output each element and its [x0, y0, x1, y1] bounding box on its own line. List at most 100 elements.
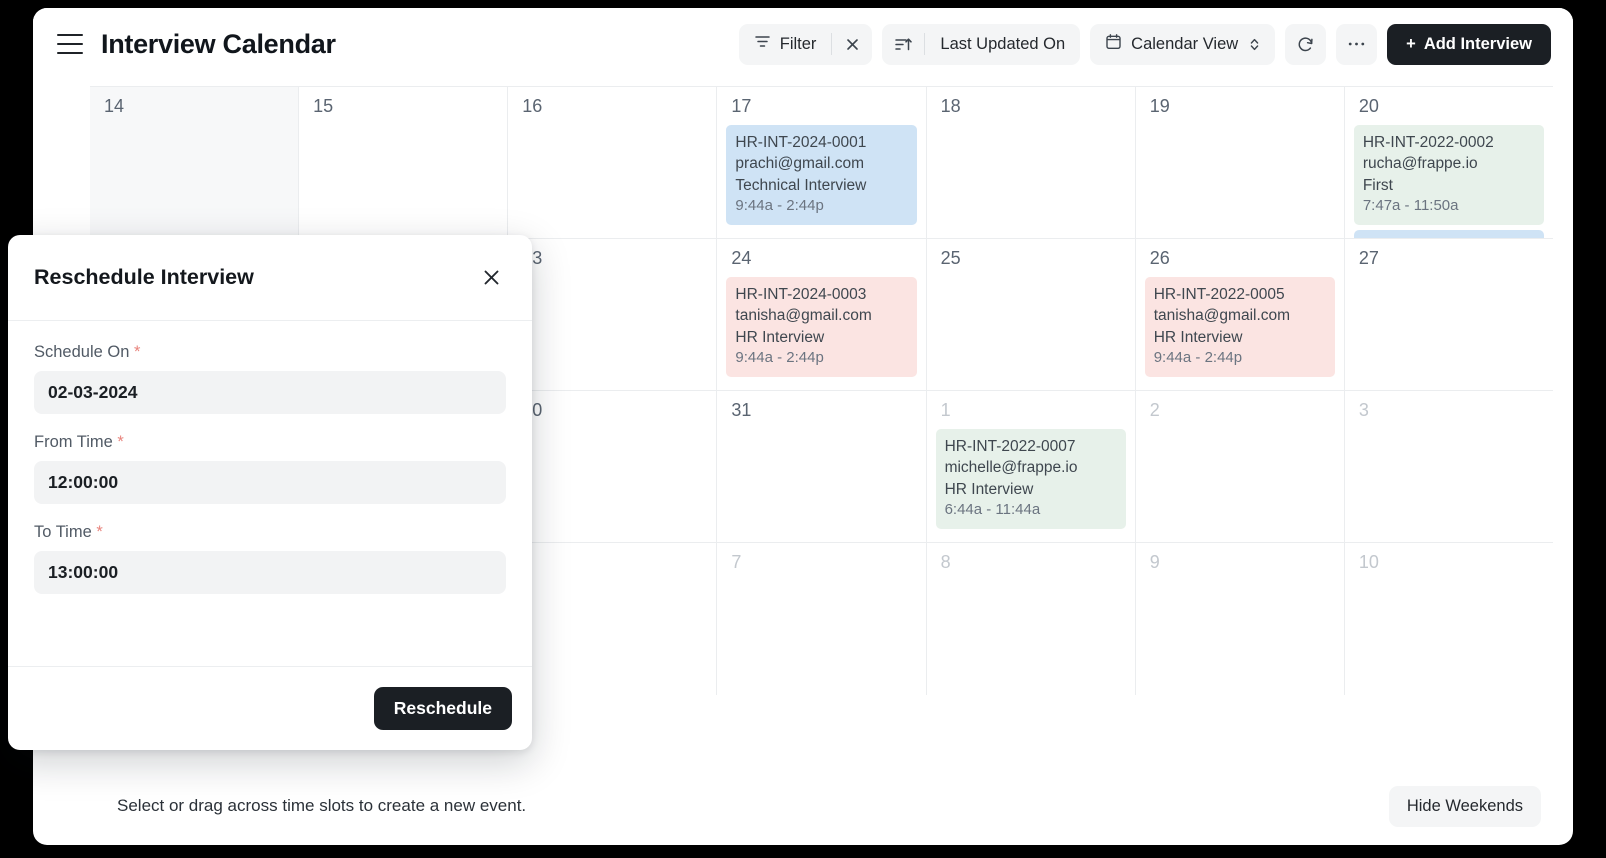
calendar-week-row: 14 15 16 17 HR-INT-2024-0001 prachi@gmail.com…	[90, 87, 1553, 239]
field-label-text: From Time	[34, 433, 113, 451]
dialog-header: Reschedule Interview	[8, 235, 532, 321]
event-time: 7:47a - 11:50a	[1362, 196, 1459, 214]
event-id: HR-INT-2022-0005	[1153, 285, 1285, 303]
close-icon	[484, 270, 498, 285]
to-time-input[interactable]	[34, 551, 506, 594]
calendar-day-cell[interactable]: 6	[508, 543, 718, 695]
calendar-day-number: 27	[1358, 248, 1379, 268]
calendar-event-card[interactable]: HR-INT-2022-0002 rucha@frappe.io First 7:47…	[1353, 124, 1544, 225]
event-id: HR-INT-2022-0007	[944, 437, 1076, 455]
event-email: prachi@gmail.com	[735, 155, 865, 173]
calendar-day-number: 9	[1149, 552, 1160, 572]
calendar-day-cell[interactable]: 10	[1345, 543, 1553, 695]
event-email: tanisha@gmail.com	[735, 307, 872, 325]
form-field-schedule-on: Schedule On *	[34, 343, 506, 414]
calendar-day-cell[interactable]: 3	[1345, 391, 1553, 542]
add-interview-label: Add Interview	[1423, 34, 1532, 53]
event-time: 9:44a - 2:44p	[1153, 348, 1243, 366]
calendar-day-cell[interactable]: 2	[1136, 391, 1345, 542]
sort-field-button[interactable]: Last Updated On	[925, 24, 1080, 65]
refresh-icon	[1298, 36, 1313, 51]
calendar-day-cell[interactable]: 30	[508, 391, 718, 542]
calendar-day-cell[interactable]: 27	[1345, 239, 1553, 390]
calendar-day-number: 3	[1358, 400, 1369, 420]
calendar-event-card[interactable]: HR-INT-2022-0004edward@gmail.comFirst1:4…	[1353, 229, 1544, 238]
calendar-day-number: 6	[517, 552, 707, 573]
required-marker: *	[112, 433, 124, 451]
event-id: HR-INT-2024-0001	[735, 133, 867, 151]
filter-icon	[754, 33, 771, 55]
calendar-day-cell[interactable]: 17 HR-INT-2024-0001 prachi@gmail.com Techni…	[717, 87, 927, 238]
event-id: HR-INT-2022-0002	[1362, 133, 1494, 151]
event-email: tanisha@gmail.com	[1153, 307, 1291, 325]
event-email: michelle@frappe.io	[944, 459, 1078, 477]
calendar-day-number: 8	[940, 552, 951, 572]
event-type: HR Interview	[1153, 328, 1243, 346]
hide-weekends-button[interactable]: Hide Weekends	[1388, 785, 1541, 827]
field-label-to-time: To Time *	[34, 523, 506, 542]
calendar-day-cell[interactable]: 9	[1136, 543, 1345, 695]
footer-hint-text: Select or drag across time slots to crea…	[117, 796, 527, 815]
more-options-button[interactable]	[1336, 23, 1378, 65]
calendar-day-number: 31	[731, 400, 752, 420]
calendar-day-number: 23	[522, 248, 543, 268]
calendar-day-cell[interactable]: 18	[927, 87, 1136, 238]
dialog-title: Reschedule Interview	[34, 265, 254, 289]
dialog-footer: Reschedule	[8, 666, 532, 750]
calendar-day-cell[interactable]: 31	[717, 391, 927, 542]
field-label-text: Schedule On	[34, 343, 130, 361]
calendar-day-number: 20	[1358, 96, 1379, 116]
calendar-event-card[interactable]: HR-INT-2022-0007 michelle@frappe.io HR Int…	[935, 428, 1126, 529]
close-icon	[847, 38, 858, 50]
toolbar: Filter Last Updated On Calendar View + A…	[738, 23, 1551, 65]
form-field-to-time: To Time *	[34, 523, 506, 594]
calendar-event-card[interactable]: HR-INT-2024-0003 tanisha@gmail.com HR Inte…	[726, 276, 917, 377]
calendar-day-cell[interactable]: 24 HR-INT-2024-0003 tanisha@gmail.com HR In…	[717, 239, 927, 390]
calendar-day-cell[interactable]: 25	[927, 239, 1136, 390]
reschedule-submit-button[interactable]: Reschedule	[373, 687, 512, 730]
refresh-button[interactable]	[1285, 23, 1327, 65]
calendar-day-number: 14	[104, 96, 125, 116]
sort-icon-button[interactable]	[882, 24, 924, 65]
calendar-day-number: 17	[731, 96, 752, 116]
filter-label: Filter	[779, 34, 817, 53]
chevron-up-down-icon	[1249, 37, 1260, 52]
event-email: rucha@frappe.io	[1362, 155, 1478, 173]
calendar-day-cell[interactable]: 23	[508, 239, 718, 390]
calendar-day-cell[interactable]: 15	[299, 87, 509, 238]
dialog-close-button[interactable]	[476, 263, 506, 293]
add-interview-button[interactable]: + Add Interview	[1387, 23, 1551, 65]
calendar-day-number: 19	[1149, 96, 1170, 116]
schedule-on-input[interactable]	[34, 371, 506, 414]
calendar-day-cell[interactable]: 1 HR-INT-2022-0007 michelle@frappe.io HR In…	[927, 391, 1136, 542]
calendar-day-number: 2	[1149, 400, 1160, 420]
calendar-day-cell[interactable]: 7	[717, 543, 927, 695]
filter-clear-button[interactable]	[832, 24, 872, 65]
calendar-view-label: Calendar View	[1131, 34, 1239, 53]
form-field-from-time: From Time *	[34, 433, 506, 504]
calendar-event-card[interactable]: HR-INT-2024-0001 prachi@gmail.com Technica…	[726, 124, 917, 225]
from-time-input[interactable]	[34, 461, 506, 504]
calendar-day-number: 18	[940, 96, 961, 116]
sort-label: Last Updated On	[940, 34, 1066, 53]
calendar-event-card[interactable]: HR-INT-2022-0005 tanisha@gmail.com HR Inte…	[1144, 276, 1335, 377]
calendar-day-number: 16	[522, 96, 543, 116]
calendar-day-cell[interactable]: 14	[90, 87, 300, 238]
page-title: Interview Calendar	[101, 28, 336, 59]
calendar-day-number: 1	[940, 400, 951, 420]
field-label-text: To Time	[34, 523, 92, 541]
calendar-day-cell[interactable]: 20 HR-INT-2022-0002 rucha@frappe.io First 7:…	[1345, 87, 1553, 238]
filter-button[interactable]: Filter	[739, 24, 832, 65]
sort-ascending-icon	[895, 37, 913, 50]
calendar-day-cell[interactable]: 8	[927, 543, 1136, 695]
hamburger-icon[interactable]	[57, 34, 83, 54]
calendar-day-cell[interactable]: 16	[508, 87, 718, 238]
calendar-view-button[interactable]: Calendar View	[1090, 24, 1275, 65]
calendar-day-cell[interactable]: 19	[1136, 87, 1345, 238]
event-time: 9:44a - 2:44p	[735, 348, 824, 366]
required-marker: *	[129, 343, 141, 361]
dialog-body: Schedule On *From Time *To Time *	[8, 321, 532, 666]
calendar-day-cell[interactable]: 26 HR-INT-2022-0005 tanisha@gmail.com HR In…	[1136, 239, 1345, 390]
view-group: Calendar View	[1090, 23, 1276, 65]
calendar-day-number: 30	[522, 400, 543, 420]
